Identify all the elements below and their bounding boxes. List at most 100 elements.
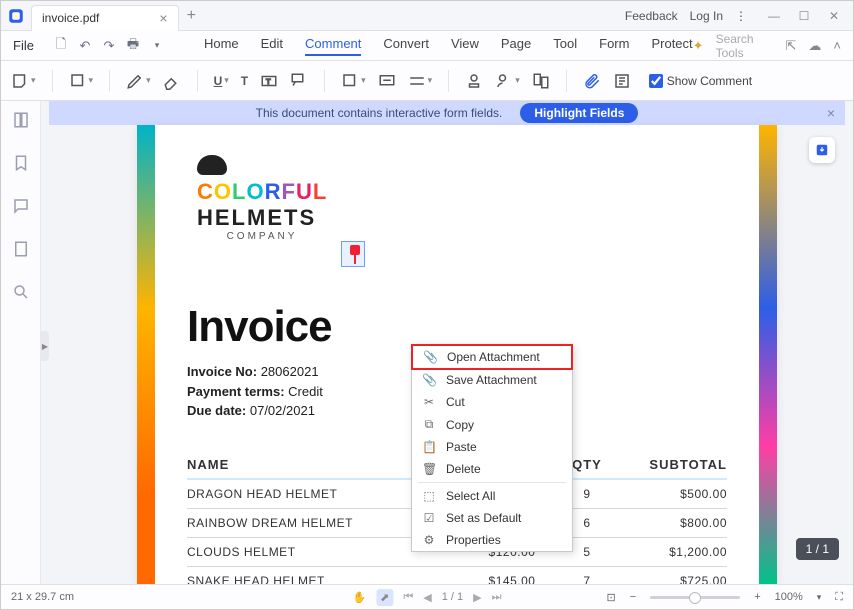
new-tab-button[interactable]: + — [187, 7, 196, 25]
redo-icon[interactable]: ↷ — [100, 38, 118, 54]
compare-tool[interactable] — [532, 72, 550, 90]
due-value: 07/02/2021 — [250, 403, 315, 418]
eraser-tool[interactable] — [163, 72, 181, 90]
kebab-menu-icon[interactable]: ⋮ — [735, 9, 747, 23]
ctx-separator — [418, 482, 566, 483]
menu-form[interactable]: Form — [599, 36, 629, 56]
page-indicator[interactable]: 1 / 1 — [442, 591, 463, 603]
note-tool[interactable]: ▾ — [11, 72, 36, 90]
show-comment-toggle[interactable]: Show Comment — [649, 74, 752, 88]
highlight-tool[interactable]: ▾ — [69, 72, 94, 90]
col-subtotal: SUBTOTAL — [617, 451, 727, 479]
callout-tool[interactable] — [290, 72, 308, 90]
bookmark-icon[interactable] — [12, 154, 30, 177]
next-page-icon[interactable]: ▶ — [473, 591, 481, 604]
file-menu[interactable]: File — [1, 38, 46, 53]
ctx-cut[interactable]: ✂Cut — [412, 391, 572, 413]
prev-page-icon[interactable]: ◀ — [423, 591, 431, 604]
undo-icon[interactable]: ↶ — [76, 38, 94, 54]
page-navigator: ✋ ⬈ ⏮ ◀ 1 / 1 ▶ ⏭ — [352, 589, 501, 606]
show-comment-checkbox[interactable] — [649, 74, 663, 88]
due-label: Due date: — [187, 403, 246, 418]
thumbnails-icon[interactable] — [12, 111, 30, 134]
underline-tool[interactable]: U▾ — [214, 74, 229, 88]
clipboard-icon: 📋 — [422, 440, 436, 454]
invoice-no-label: Invoice No: — [187, 364, 257, 379]
text-tool[interactable]: T — [241, 74, 248, 88]
pencil-tool[interactable]: ▾ — [126, 72, 151, 90]
stamp-tool[interactable] — [378, 72, 396, 90]
notice-close-icon[interactable]: × — [827, 105, 835, 121]
document-canvas[interactable]: ▶ This document contains interactive for… — [41, 101, 853, 584]
menu-home[interactable]: Home — [204, 36, 239, 56]
tab-title: invoice.pdf — [42, 11, 99, 25]
search-tools-input[interactable]: Search Tools — [716, 32, 774, 60]
stamp2-tool[interactable] — [465, 72, 483, 90]
main-menu: Home Edit Comment Convert View Page Tool… — [204, 36, 693, 56]
page-counter-badge: 1 / 1 — [796, 538, 839, 560]
zoom-slider[interactable] — [650, 596, 740, 599]
fit-width-icon[interactable]: ⊡ — [607, 591, 616, 604]
zoom-in-icon[interactable]: + — [754, 591, 760, 603]
left-sidebar — [1, 101, 41, 584]
wand-icon[interactable]: ✦ — [693, 38, 704, 54]
zoom-value[interactable]: 100% — [775, 591, 803, 603]
zoom-out-icon[interactable]: − — [630, 591, 636, 603]
minimize-button[interactable]: — — [759, 1, 789, 31]
check-icon: ☑ — [422, 511, 436, 525]
menu-page[interactable]: Page — [501, 36, 531, 56]
print-caret-icon[interactable]: ▾ — [148, 40, 166, 51]
feedback-link[interactable]: Feedback — [625, 9, 678, 23]
menu-protect[interactable]: Protect — [651, 36, 692, 56]
attachment-tool[interactable] — [583, 72, 601, 90]
share-icon[interactable]: ⇱ — [786, 38, 797, 54]
measure-tool[interactable]: ▾ — [408, 72, 433, 90]
attachments-panel-icon[interactable] — [12, 240, 30, 263]
first-page-icon[interactable]: ⏮ — [403, 591, 413, 604]
page-edge-right — [759, 125, 777, 584]
signature-tool[interactable]: ▾ — [495, 72, 520, 90]
cloud-icon[interactable]: ☁ — [808, 38, 821, 54]
menu-comment[interactable]: Comment — [305, 36, 361, 56]
close-button[interactable]: ✕ — [819, 1, 849, 31]
maximize-button[interactable]: ☐ — [789, 1, 819, 31]
more-tool[interactable] — [613, 72, 631, 90]
workspace: ▶ This document contains interactive for… — [1, 101, 853, 584]
select-tool-icon[interactable]: ⬈ — [376, 589, 393, 606]
brand-company: COMPANY — [197, 231, 327, 242]
login-link[interactable]: Log In — [690, 9, 723, 23]
trash-icon: 🗑 — [422, 462, 436, 476]
collapse-ribbon-icon[interactable]: ˄ — [833, 38, 841, 53]
tab-close-icon[interactable]: × — [159, 10, 167, 26]
ctx-open-attachment[interactable]: 📎Open Attachment — [411, 344, 573, 370]
menu-convert[interactable]: Convert — [383, 36, 429, 56]
last-page-icon[interactable]: ⏭ — [492, 591, 502, 604]
sidebar-expand-handle[interactable]: ▶ — [41, 331, 49, 361]
document-tab[interactable]: invoice.pdf × — [31, 5, 179, 31]
fullscreen-icon[interactable]: ⛶ — [835, 591, 843, 604]
ctx-properties[interactable]: ⚙Properties — [412, 529, 572, 551]
zoom-caret-icon[interactable]: ▾ — [817, 592, 822, 603]
ctx-select-all[interactable]: ⬚Select All — [412, 485, 572, 507]
app-logo — [1, 1, 31, 31]
select-all-icon: ⬚ — [422, 489, 436, 503]
menu-tool[interactable]: Tool — [553, 36, 577, 56]
ctx-copy[interactable]: ⧉Copy — [412, 413, 572, 436]
ctx-paste[interactable]: 📋Paste — [412, 436, 572, 458]
quick-access: 🗋 ↶ ↷ 🖶 ▾ — [46, 35, 172, 57]
download-float-button[interactable] — [809, 137, 835, 163]
textbox-tool[interactable]: T — [260, 72, 278, 90]
search-panel-icon[interactable] — [12, 283, 30, 306]
menu-view[interactable]: View — [451, 36, 479, 56]
hand-tool-icon[interactable]: ✋ — [352, 591, 366, 604]
save-icon[interactable]: 🗋 — [52, 35, 70, 57]
ctx-set-default[interactable]: ☑Set as Default — [412, 507, 572, 529]
print-icon[interactable]: 🖶 — [124, 35, 142, 57]
comments-icon[interactable] — [12, 197, 30, 220]
brand-colorful: COLORFUL — [197, 179, 727, 205]
pushpin-icon[interactable] — [347, 245, 363, 265]
ctx-delete[interactable]: 🗑Delete — [412, 458, 572, 480]
shape-tool[interactable]: ▾ — [341, 72, 366, 90]
ctx-save-attachment[interactable]: 📎Save Attachment — [412, 369, 572, 391]
menu-edit[interactable]: Edit — [261, 36, 283, 56]
